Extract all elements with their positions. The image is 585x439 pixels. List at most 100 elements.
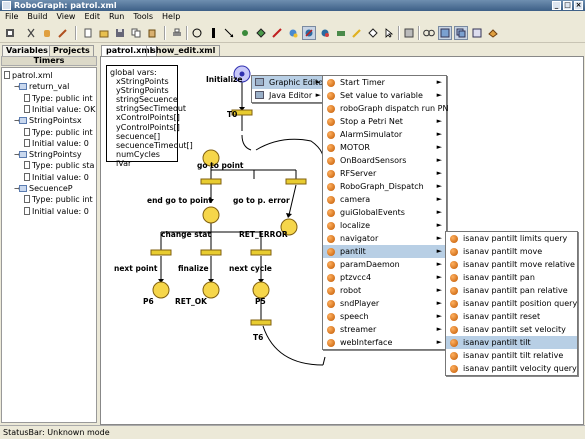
add-tool-icon[interactable] <box>286 26 300 40</box>
transition-finalize[interactable] <box>200 249 222 256</box>
zoom-icon[interactable] <box>422 26 436 40</box>
submenu-item[interactable]: Set value to variable ► <box>323 89 446 102</box>
menu-item-graphic-editor[interactable]: Graphic Editor ► <box>252 76 326 89</box>
pantilt-item[interactable]: isanav pantilt set velocity <box>446 323 577 336</box>
copy-icon[interactable] <box>129 26 143 40</box>
menu-file[interactable]: File <box>0 11 22 23</box>
place-p5[interactable] <box>252 281 270 299</box>
pantilt-item[interactable]: isanav pantilt reset <box>446 310 577 323</box>
pantilt-item[interactable]: isanav pantilt position query <box>446 297 577 310</box>
transition-end-go-to-point[interactable] <box>200 178 222 185</box>
tree-node[interactable]: ⊸ StringPointsx <box>14 115 82 126</box>
action-tool-icon[interactable] <box>302 26 316 40</box>
tree-node[interactable]: Type: public sta <box>24 160 94 171</box>
submenu-item[interactable]: pantilt ► <box>323 245 446 258</box>
submenu-item[interactable]: camera ► <box>323 193 446 206</box>
place-p6[interactable] <box>152 281 170 299</box>
window-cascade-icon[interactable] <box>454 26 468 40</box>
tree-node[interactable]: Initial value: OK <box>24 104 95 115</box>
submenu-item[interactable]: sndPlayer ► <box>323 297 446 310</box>
pencil-tool-icon[interactable] <box>350 26 364 40</box>
submenu-item[interactable]: Stop a Petri Net ► <box>323 115 446 128</box>
diamond-outline-icon[interactable] <box>366 26 380 40</box>
cut-icon[interactable] <box>24 26 38 40</box>
tree-node[interactable]: Type: public int <box>24 194 93 205</box>
save-icon[interactable] <box>113 26 127 40</box>
submenu-item[interactable]: webInterface ► <box>323 336 446 349</box>
transition-tool-icon[interactable] <box>206 26 220 40</box>
tab-variables[interactable]: Variables <box>2 45 52 56</box>
submenu-item[interactable]: navigator ► <box>323 232 446 245</box>
event-tool-icon[interactable] <box>318 26 332 40</box>
edit-icon[interactable] <box>56 26 70 40</box>
close-button[interactable]: × <box>574 1 583 10</box>
eraser-icon[interactable] <box>486 26 500 40</box>
submenu-item[interactable]: MOTOR ► <box>323 141 446 154</box>
tab-projects[interactable]: Projects <box>49 45 94 56</box>
minimize-button[interactable]: _ <box>552 1 561 10</box>
select-pointer-icon[interactable] <box>382 26 396 40</box>
subnet-tool-icon[interactable] <box>334 26 348 40</box>
grid-icon[interactable] <box>402 26 416 40</box>
run-icon[interactable] <box>3 26 17 40</box>
place-change-stat[interactable] <box>202 206 220 224</box>
tree-node[interactable]: Initial value: 0 <box>24 138 89 149</box>
new-file-icon[interactable] <box>81 26 95 40</box>
submenu-item[interactable]: AlarmSimulator ► <box>323 128 446 141</box>
tree-node[interactable]: ⊸ StringPointsy <box>14 149 82 160</box>
submenu-item[interactable]: roboGraph dispatch run PN <box>323 102 448 115</box>
transition-next-cycle[interactable] <box>250 249 272 256</box>
tree-node[interactable]: ⊸ return_val <box>14 81 69 92</box>
place-ret-ok[interactable] <box>202 281 220 299</box>
submenu-item[interactable]: ptzvcc4 ► <box>323 271 446 284</box>
hand-icon[interactable] <box>40 26 54 40</box>
submenu-item[interactable]: guiGlobalEvents ► <box>323 206 446 219</box>
token-tool-icon[interactable] <box>238 26 252 40</box>
diamond-tool-icon[interactable] <box>254 26 268 40</box>
pantilt-item[interactable]: isanav pantilt move <box>446 245 577 258</box>
paste-icon[interactable] <box>145 26 159 40</box>
menu-run[interactable]: Run <box>104 11 128 23</box>
window-tile-icon[interactable] <box>438 26 452 40</box>
tree-node[interactable]: patrol.xml <box>4 70 53 81</box>
submenu-item[interactable]: localize ► <box>323 219 446 232</box>
pantilt-item[interactable]: isanav pantilt pan relative <box>446 284 577 297</box>
submenu-item[interactable]: speech ► <box>323 310 446 323</box>
maximize-button[interactable]: □ <box>563 1 572 10</box>
menu-build[interactable]: Build <box>22 11 51 23</box>
submenu-item[interactable]: OnBoardSensors ► <box>323 154 446 167</box>
menu-tools[interactable]: Tools <box>128 11 157 23</box>
pantilt-item[interactable]: isanav pantilt move relative <box>446 258 577 271</box>
delete-tool-icon[interactable] <box>270 26 284 40</box>
submenu-item[interactable]: paramDaemon ► <box>323 258 446 271</box>
submenu-item[interactable]: streamer ► <box>323 323 446 336</box>
submenu-item[interactable]: robot ► <box>323 284 446 297</box>
pantilt-item[interactable]: isanav pantilt velocity query <box>446 362 577 375</box>
tree-node[interactable]: Type: public int <box>24 127 93 138</box>
tree-node[interactable]: Initial value: 0 <box>24 206 89 217</box>
menu-item-java-editor[interactable]: Java Editor ► <box>252 89 325 102</box>
transition-go-to-p-error[interactable] <box>285 178 307 185</box>
menu-help[interactable]: Help <box>157 11 184 23</box>
submenu-item[interactable]: RFServer ► <box>323 167 446 180</box>
pantilt-item[interactable]: isanav pantilt tilt <box>446 336 577 349</box>
tree-node[interactable]: ⊸ SecuenceP <box>14 183 73 194</box>
tab-show-edit-xml[interactable]: show_edit.xml <box>146 45 221 56</box>
timers-header[interactable]: Timers <box>1 56 97 66</box>
pantilt-item[interactable]: isanav pantilt pan <box>446 271 577 284</box>
print-icon[interactable] <box>170 26 184 40</box>
pantilt-item[interactable]: isanav pantilt tilt relative <box>446 349 577 362</box>
pantilt-item[interactable]: isanav pantilt limits query <box>446 232 577 245</box>
place-tool-icon[interactable] <box>190 26 204 40</box>
submenu-item[interactable]: Start Timer ► <box>323 76 446 89</box>
menu-view[interactable]: View <box>51 11 79 23</box>
arc-tool-icon[interactable] <box>222 26 236 40</box>
submenu-item[interactable]: RoboGraph_Dispatch ► <box>323 180 446 193</box>
tree-node[interactable]: Initial value: 0 <box>24 172 89 183</box>
tree-node[interactable]: Type: public int <box>24 93 93 104</box>
transition-next-point[interactable] <box>150 249 172 256</box>
window-layout-icon[interactable] <box>470 26 484 40</box>
menu-edit[interactable]: Edit <box>79 11 104 23</box>
open-folder-icon[interactable] <box>97 26 111 40</box>
transition-t6[interactable] <box>250 319 272 326</box>
